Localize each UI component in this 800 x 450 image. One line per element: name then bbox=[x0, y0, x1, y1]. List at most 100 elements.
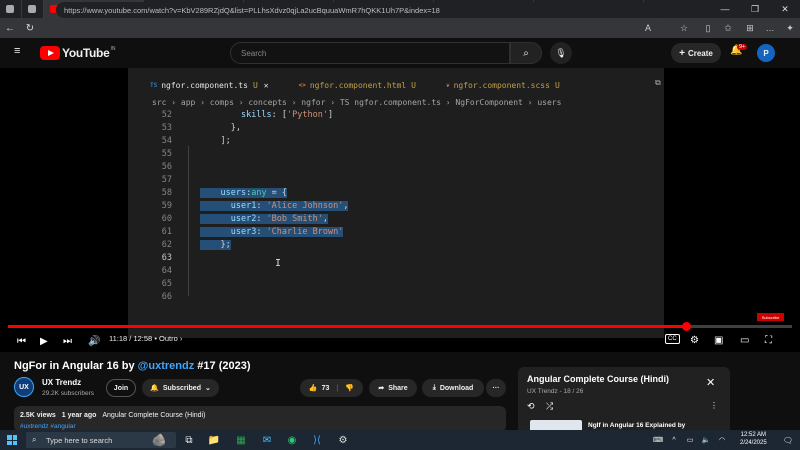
playlist-title[interactable]: Angular Complete Course (Hindi) bbox=[527, 374, 669, 384]
description-box[interactable] bbox=[14, 406, 506, 432]
code-token: : bbox=[256, 227, 267, 237]
next-icon[interactable]: ⏭ bbox=[63, 334, 72, 348]
editor-tab[interactable]: TS ngfor.component.ts U ✕ bbox=[150, 81, 269, 90]
code-token: user1 bbox=[230, 201, 257, 211]
youtube-wordmark: YouTube bbox=[62, 46, 110, 60]
code-line: 61 user3: 'Charlie Brown' bbox=[128, 227, 664, 240]
code-text: skills: ['Python'] bbox=[200, 110, 333, 120]
code-token: }; bbox=[200, 240, 231, 250]
miniplayer-icon[interactable]: ▣ bbox=[714, 333, 723, 347]
windows-start-icon[interactable] bbox=[7, 435, 17, 445]
playlist-item-title[interactable]: NgIf in Angular 16 Explained by bbox=[588, 422, 685, 429]
task-view-icon[interactable]: ⧉ bbox=[181, 432, 197, 448]
code-token: , bbox=[343, 201, 349, 211]
channel-name[interactable]: UX Trendz bbox=[42, 378, 81, 387]
download-button[interactable]: ⤓ Download bbox=[422, 379, 484, 397]
search-button[interactable]: ⌕ bbox=[510, 42, 542, 64]
previous-icon[interactable]: ⏮ bbox=[17, 334, 26, 348]
close-window-button[interactable]: ✕ bbox=[770, 0, 800, 18]
url-input[interactable]: https://www.youtube.com/watch?v=KbV289RZ… bbox=[56, 2, 666, 18]
title-main: NgFor in Angular 16 by bbox=[14, 360, 138, 372]
more-icon[interactable]: … bbox=[762, 20, 778, 36]
shuffle-icon[interactable]: ⤮ bbox=[546, 401, 553, 412]
notification-count-badge: 9+ bbox=[737, 44, 748, 50]
menu-icon[interactable]: ≡ bbox=[14, 45, 20, 57]
split-screen-icon[interactable]: ▯ bbox=[700, 20, 716, 36]
account-avatar[interactable]: P bbox=[757, 44, 775, 62]
loop-icon[interactable]: ⟲ bbox=[527, 401, 535, 412]
settings-gear-icon[interactable]: ⚙ bbox=[690, 333, 699, 347]
minimize-button[interactable]: — bbox=[710, 0, 740, 18]
file-explorer-icon[interactable]: 📁 bbox=[206, 432, 222, 448]
editor-tabs: TS ngfor.component.ts U ✕ <> ngfor.component.… bbox=[128, 76, 664, 94]
captions-icon[interactable]: CC bbox=[665, 334, 680, 344]
network-icon[interactable]: ▭ bbox=[682, 432, 698, 448]
subscribed-button[interactable]: 🔔 Subscribed ⌄ bbox=[142, 379, 219, 397]
time-display[interactable]: 11:18 / 12:58 • Outro › bbox=[109, 334, 182, 343]
editor-tab[interactable]: ❦ ngfor.component.scss U bbox=[446, 81, 560, 90]
editor-tab[interactable]: <> ngfor.component.html U bbox=[299, 81, 416, 90]
like-dislike-button[interactable]: 👍 73 | 👎 bbox=[300, 379, 363, 397]
line-number: 55 bbox=[161, 149, 172, 159]
join-button[interactable]: Join bbox=[106, 379, 136, 397]
search-icon: ⌕ bbox=[523, 47, 529, 59]
vscode-icon[interactable]: ⟩⟨ bbox=[309, 432, 325, 448]
create-button[interactable]: + Create bbox=[671, 43, 721, 63]
url-text: https://www.youtube.com/watch?v=KbV289RZ… bbox=[64, 5, 440, 15]
file-type-icon: ❦ bbox=[445, 81, 450, 89]
reader-icon[interactable]: A bbox=[640, 20, 656, 36]
play-icon[interactable]: ▶ bbox=[40, 334, 48, 348]
code-token: 'Charlie Brown' bbox=[266, 227, 344, 237]
subscribe-watermark[interactable]: Subscribe bbox=[757, 313, 784, 321]
code-line: 65 bbox=[128, 279, 664, 292]
edge-icon[interactable]: ◉ bbox=[284, 432, 300, 448]
reload-icon[interactable]: ↻ bbox=[20, 18, 40, 38]
notification-center-icon[interactable]: 🗨 bbox=[780, 432, 796, 448]
theater-mode-icon[interactable]: ▭ bbox=[740, 333, 749, 347]
voice-search-button[interactable]: 🎙 bbox=[550, 42, 572, 64]
youtube-logo[interactable]: YouTube IN bbox=[40, 46, 115, 60]
line-number: 66 bbox=[161, 292, 172, 302]
line-number: 58 bbox=[161, 188, 172, 198]
close-icon[interactable]: ✕ bbox=[264, 81, 269, 90]
store-icon[interactable]: ▦ bbox=[233, 432, 249, 448]
line-number: 62 bbox=[161, 240, 172, 250]
taskbar-clock[interactable]: 12:52 AM 2/24/2025 bbox=[740, 431, 767, 447]
browser-tab[interactable] bbox=[22, 0, 44, 18]
fullscreen-icon[interactable]: ⛶ bbox=[765, 333, 772, 347]
line-number: 63 bbox=[161, 253, 172, 263]
bell-icon: 🔔 bbox=[150, 385, 159, 392]
chevron-up-icon[interactable]: ^ bbox=[666, 432, 682, 448]
code-text: user1: 'Alice Johnson', bbox=[200, 201, 349, 211]
collections-icon[interactable]: ⊞ bbox=[742, 20, 758, 36]
volume-icon[interactable]: 🔊 bbox=[88, 334, 100, 348]
divider: | bbox=[336, 384, 339, 392]
close-icon[interactable]: ✕ bbox=[706, 376, 715, 389]
code-line: 58 users:any = { bbox=[128, 188, 664, 201]
share-button[interactable]: ➦ Share bbox=[369, 379, 417, 397]
settings-icon[interactable]: ⚙ bbox=[335, 432, 351, 448]
search-input[interactable]: Search bbox=[230, 42, 510, 64]
line-number: 65 bbox=[161, 279, 172, 289]
description-tags[interactable]: #uxtrendz #angular bbox=[20, 423, 76, 430]
speaker-icon[interactable]: 🔈 bbox=[698, 432, 714, 448]
mail-icon[interactable]: ✉ bbox=[259, 432, 275, 448]
maximize-button[interactable]: ❐ bbox=[740, 0, 770, 18]
description-text: Angular Complete Course (Hindi) bbox=[102, 412, 206, 419]
kebab-menu-icon[interactable]: ⋮ bbox=[710, 401, 718, 410]
wifi-icon[interactable]: ◠ bbox=[714, 432, 730, 448]
favorites-icon[interactable]: ✩ bbox=[720, 20, 736, 36]
system-tray-icons[interactable]: ⌨ bbox=[650, 432, 666, 448]
copilot-icon[interactable]: ✦ bbox=[782, 20, 798, 36]
editor-tab-filename: ngfor.component.ts bbox=[161, 80, 248, 90]
progress-bar-fill bbox=[8, 325, 687, 328]
title-handle[interactable]: @uxtrendz bbox=[138, 360, 195, 372]
channel-avatar[interactable]: UX bbox=[14, 377, 34, 397]
favorites-star-icon[interactable]: ☆ bbox=[676, 20, 692, 36]
upload-age: 1 year ago bbox=[61, 412, 97, 419]
back-icon[interactable]: ← bbox=[0, 18, 20, 38]
more-actions-button[interactable]: ··· bbox=[486, 379, 506, 397]
browser-tab[interactable] bbox=[0, 0, 22, 18]
code-line: 60 user2: 'Bob Smith', bbox=[128, 214, 664, 227]
